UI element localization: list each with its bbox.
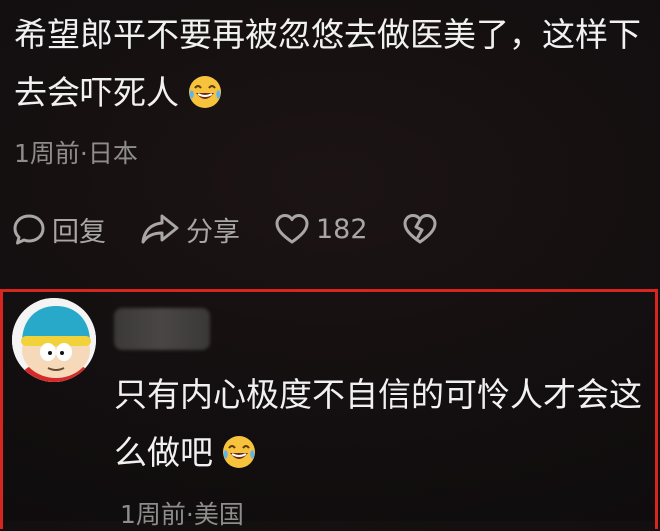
username-redacted [114,308,210,350]
like-button[interactable]: 182 [274,212,368,246]
dislike-button[interactable] [402,212,438,246]
comment-text: 希望郎平不要再被忽悠去做医美了，这样下去会吓死人 [14,15,641,112]
cartoon-avatar-icon [12,298,96,382]
heart-icon [275,214,309,244]
comment-meta: 1周前·日本 [14,139,138,168]
broken-heart-icon [403,214,437,244]
reply-text: 只有内心极度不自信的可怜人才会这么做吧 [114,375,642,472]
share-arrow-icon [141,214,179,244]
comment-body: 希望郎平不要再被忽悠去做医美了，这样下去会吓死人 [14,6,650,122]
share-button[interactable]: 分享 [140,210,240,249]
laughing-crying-emoji-icon [223,436,255,468]
like-count: 182 [316,213,368,245]
avatar[interactable] [12,298,96,382]
reply-label: 回复 [52,216,106,248]
reply-button[interactable]: 回复 [12,210,106,249]
comment-actions: 回复 分享 182 [12,206,472,252]
laughing-crying-emoji-icon [189,76,221,108]
comment-bubble-icon [13,214,45,245]
share-label: 分享 [186,216,240,248]
reply-meta: 1周前·美国 [120,500,244,529]
reply-body: 只有内心极度不自信的可怜人才会这么做吧 [114,366,654,482]
